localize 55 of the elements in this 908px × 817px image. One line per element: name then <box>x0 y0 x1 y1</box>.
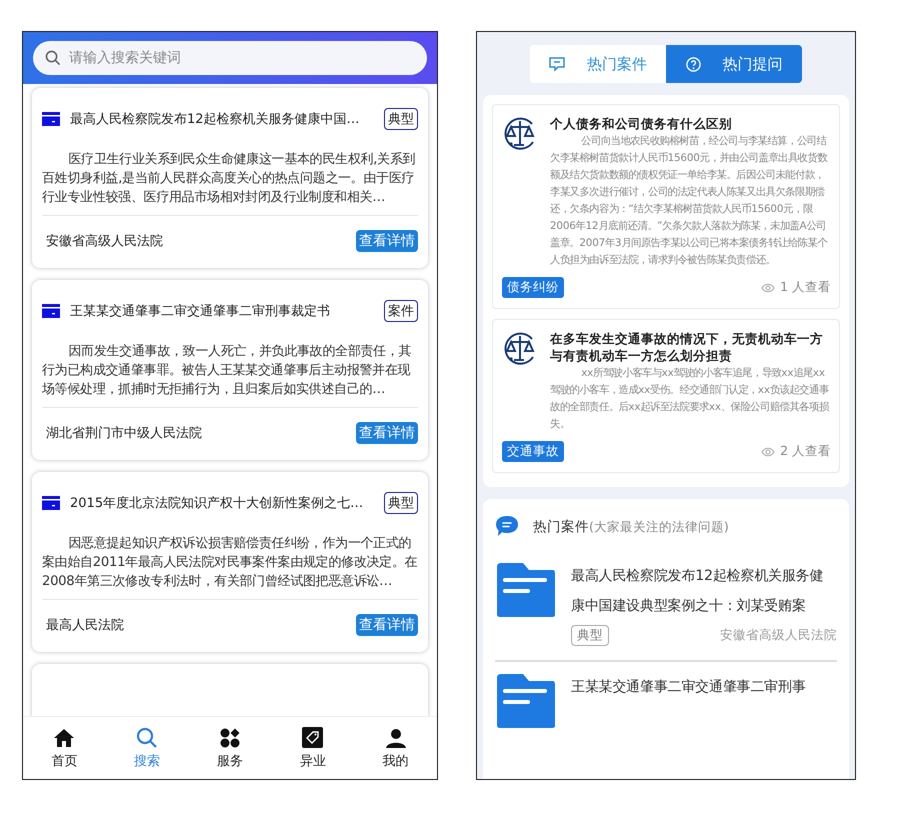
case-tag: 典型 <box>384 108 418 130</box>
tag-icon <box>302 727 324 748</box>
person-icon <box>386 728 406 748</box>
search-icon <box>45 50 61 66</box>
search-field[interactable]: 请输入搜索关键词 <box>33 41 427 75</box>
tab[interactable]: 热门案件 <box>530 45 666 83</box>
view-count: 1 人查看 <box>780 279 831 296</box>
category-tag: 交通事故 <box>502 441 564 462</box>
question-card[interactable]: 在多车发生交通事故的情况下，无责机动车一方与有责机动车一方怎么划分担责 xx所驾驶小客车与xx驾驶的小客车追尾，导致xx追尾xx驾驶的小客车，造成xx受伤。经交通部门认定，xx负该起交通事故的全部责任。后xx起诉至法院要求xx、保险公司赔偿其各项损失。 交通事故 2 人查看 <box>492 319 840 473</box>
folder-icon <box>495 561 557 619</box>
court-name: 安徽省高级人民法院 <box>720 627 837 644</box>
category-tag: 债务纠纷 <box>502 277 564 298</box>
folder-icon <box>495 672 557 730</box>
nav-tab[interactable]: 异业 <box>271 717 354 779</box>
card-icon <box>42 304 60 318</box>
view-details-button[interactable]: 查看详情 <box>356 422 418 444</box>
eye-icon <box>761 446 776 456</box>
court-name: 安徽省高级人民法院 <box>45 233 163 250</box>
section-title: 热门案件 <box>533 519 589 535</box>
view-details-button[interactable]: 查看详情 <box>356 230 418 252</box>
case-title[interactable]: 最高人民检察院发布12起检察机关服务健康中国… <box>70 110 374 128</box>
case-title[interactable]: 王某某交通肇事二审交通肇事二审刑事 <box>571 672 837 702</box>
case-tag: 典型 <box>571 625 609 646</box>
section-subtitle: (大家最关注的法律问题) <box>589 519 729 534</box>
case-tag: 案件 <box>384 300 418 322</box>
case-title[interactable]: 2015年度北京法院知识产权十大创新性案例之七… <box>70 494 374 512</box>
eye-icon <box>761 282 776 292</box>
question-icon <box>686 56 700 72</box>
case-summary: 因而发生交通事故，致一人死亡，并负此事故的全部责任，其行为已构成交通肇事罪。被告人王某某交通肇事后主动报警并在现场等候处理，抓捕时无拒捕行为，且归案后如实供述自己的… <box>42 343 412 399</box>
case-summary: 医疗卫生行业关系到民众生命健康这一基本的民生权利,关系到百姓切身利益,是当前人民群众高度关心的热点问题之一。由于医疗行业专业性较强、医疗用品市场相对封闭及行业制度和相关… <box>42 151 416 207</box>
case-tag: 典型 <box>384 492 418 514</box>
home-icon <box>53 728 76 748</box>
question-title: 在多车发生交通事故的情况下，无责机动车一方与有责机动车一方怎么划分担责 <box>550 330 824 364</box>
card-icon <box>42 496 60 510</box>
court-name: 最高人民法院 <box>45 617 124 634</box>
nav-tab[interactable]: 服务 <box>188 717 272 779</box>
tab[interactable]: 热门提问 <box>666 45 802 83</box>
case-summary: 因恶意提起知识产权诉讼损害赔偿责任纠纷，作为一个正式的案由始自2011年最高人民法院对民事案件案由规定的修改决定。在2008年第三次修改专利法时，有关部门曾经试图把恶意诉讼… <box>42 535 418 591</box>
search-icon <box>136 726 158 748</box>
nav-tab[interactable]: 我的 <box>354 717 437 779</box>
nav-tab[interactable]: 搜索 <box>106 717 189 779</box>
court-name: 湖北省荆门市中级人民法院 <box>45 425 202 442</box>
message-icon <box>549 56 565 72</box>
question-title: 个人债务和公司债务有什么区别 <box>550 115 733 132</box>
case-title[interactable]: 王某某交通肇事二审交通肇事二审刑事裁定书 <box>70 302 374 320</box>
grid-icon <box>220 728 240 748</box>
view-count: 2 人查看 <box>780 443 831 460</box>
question-body: 公司向当地农民收购榕树苗，经公司与李某结算，公司结欠李某榕树苗货款计人民币15600元，并由公司盖章出具收货数额及结欠货款数额的债权凭证一单给李某。后因公司未能付款，李某又多次进行催讨，公司的法定代表人陈某又出具欠条限期偿还，欠条内容为：“结欠李某榕树苗货款人民币15600元，限2006年12月底前还清。”欠条欠款人落款为陈某，未加盖A公司盖章。2007年3月间原告李某以公司已将本案债务转让给陈某个人负担为由诉至法院，请求判令被告陈某负责偿还。 <box>550 134 828 268</box>
question-body: xx所驾驶小客车与xx驾驶的小客车追尾，导致xx追尾xx驾驶的小客车，造成xx受伤。经交通部门认定，xx负该起交通事故的全部责任。后xx起诉至法院要求xx、保险公司赔偿其各项损失。 <box>550 366 830 432</box>
nav-tab[interactable]: 首页 <box>23 717 106 779</box>
question-card[interactable] <box>492 104 840 309</box>
case-title[interactable]: 最高人民检察院发布12起检察机关服务健康中国建设典型案例之十：刘某受贿案 <box>571 561 837 621</box>
card-icon <box>42 112 60 126</box>
view-details-button[interactable]: 查看详情 <box>356 614 418 636</box>
chat-bubble-icon <box>495 515 519 537</box>
